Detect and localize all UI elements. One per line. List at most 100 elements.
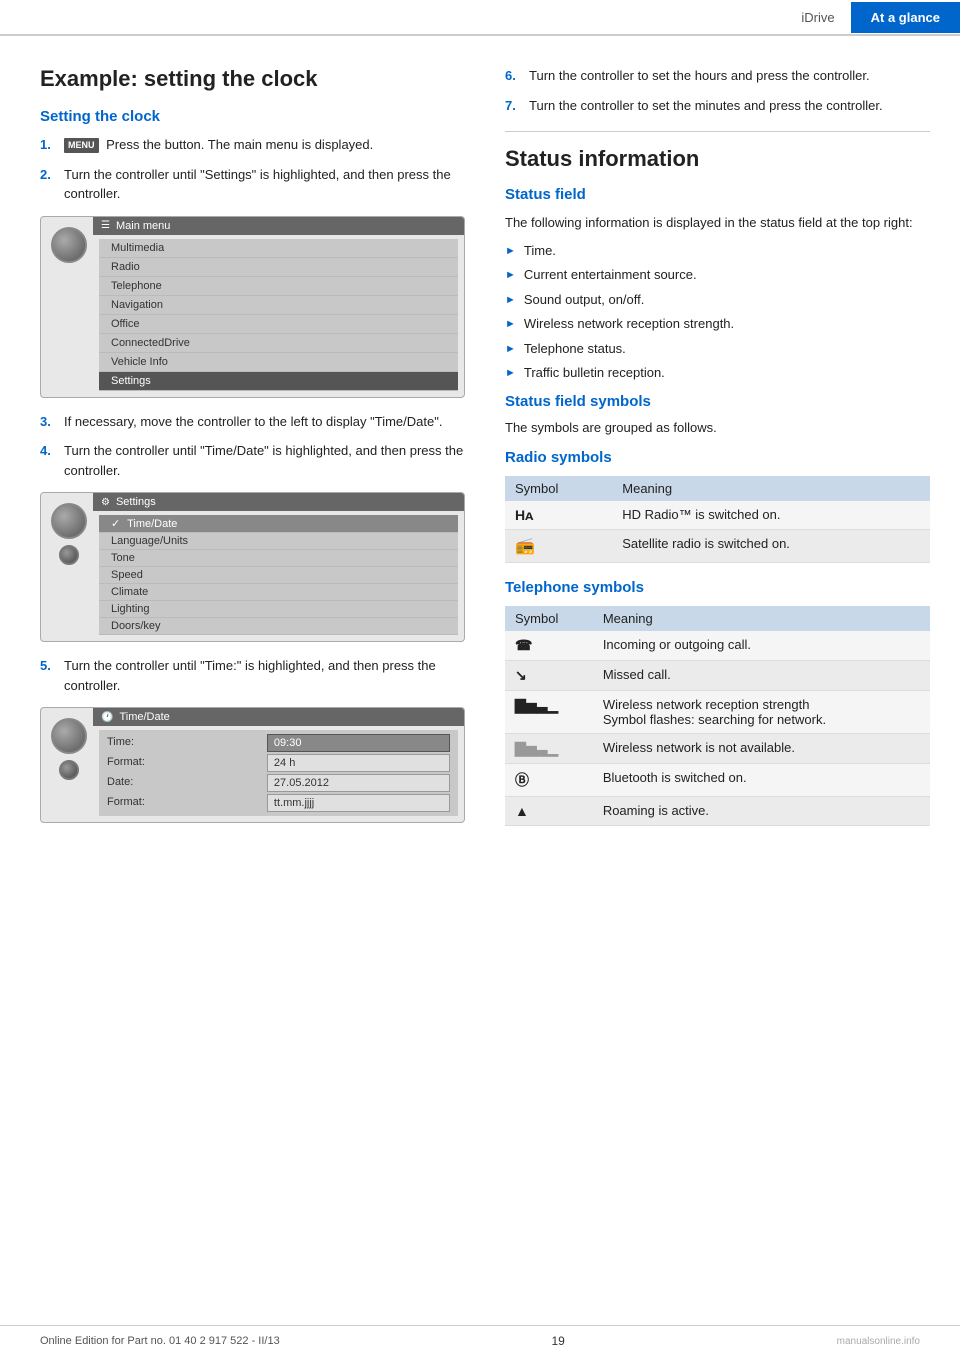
- screenshot-full-1: ☰ Main menu Multimedia Radio Telephone N…: [47, 223, 458, 391]
- radio-symbol-satellite: 📻: [505, 529, 612, 562]
- tel-symbol-signal: ▇▅▃▁: [505, 690, 593, 733]
- td-label-format2: Format:: [107, 794, 259, 812]
- status-field-heading: Status field: [505, 186, 930, 203]
- menu-item-office: Office: [99, 315, 458, 334]
- bullet-arrow-5: ►: [505, 341, 516, 358]
- step-2: 2. Turn the controller until "Settings" …: [40, 165, 465, 204]
- bullet-arrow-4: ►: [505, 316, 516, 333]
- screenshot-3-header: 🕐 Time/Date: [93, 708, 464, 726]
- screenshot-timedate: 🕐 Time/Date Time: 09:30 Format: 24 h Dat…: [40, 707, 465, 823]
- screenshot-3-inner: 🕐 Time/Date Time: 09:30 Format: 24 h Dat…: [99, 714, 458, 816]
- tel-row-roaming: ▲ Roaming is active.: [505, 796, 930, 825]
- settings-item-climate: Climate: [99, 584, 458, 601]
- divider-1: [505, 131, 930, 132]
- step-6: 6. Turn the controller to set the hours …: [505, 66, 930, 86]
- radio-row-hd: Hᴀ HD Radio™ is switched on.: [505, 501, 930, 530]
- menu-item-settings: Settings: [99, 372, 458, 391]
- menu-item-radio: Radio: [99, 258, 458, 277]
- status-item-wireless-text: Wireless network reception strength.: [524, 314, 734, 334]
- steps-5: 5. Turn the controller until "Time:" is …: [40, 656, 465, 695]
- status-item-telephone: ► Telephone status.: [505, 339, 930, 359]
- page-footer: Online Edition for Part no. 01 40 2 917 …: [0, 1325, 960, 1348]
- tel-symbol-missed: ↘: [505, 660, 593, 690]
- status-item-entertainment: ► Current entertainment source.: [505, 265, 930, 285]
- tel-row-bluetooth: Ⓑ Bluetooth is switched on.: [505, 763, 930, 796]
- tel-col-meaning: Meaning: [593, 606, 930, 631]
- tel-symbol-no-signal: ▇▅▃▁: [505, 733, 593, 763]
- left-column: Example: setting the clock Setting the c…: [40, 66, 465, 842]
- radio-meaning-hd: HD Radio™ is switched on.: [612, 501, 930, 530]
- step-4-content: Turn the controller until "Time/Date" is…: [64, 441, 465, 480]
- screenshot-2-inner: ⚙ Settings ✓ Time/Date Language/Units To…: [99, 499, 458, 635]
- radio-symbols-heading: Radio symbols: [505, 449, 930, 466]
- footer-text: Online Edition for Part no. 01 40 2 917 …: [40, 1335, 280, 1347]
- status-item-traffic-text: Traffic bulletin reception.: [524, 363, 665, 383]
- phone-call-icon: ☎: [515, 637, 532, 653]
- status-item-traffic: ► Traffic bulletin reception.: [505, 363, 930, 383]
- screenshot-1-inner: ☰ Main menu Multimedia Radio Telephone N…: [99, 223, 458, 391]
- step-5-num: 5.: [40, 656, 60, 676]
- steps-3-4: 3. If necessary, move the controller to …: [40, 412, 465, 481]
- step-2-num: 2.: [40, 165, 60, 185]
- status-item-time-text: Time.: [524, 241, 556, 261]
- timedate-grid: Time: 09:30 Format: 24 h Date: 27.05.201…: [99, 730, 458, 816]
- status-item-time: ► Time.: [505, 241, 930, 261]
- step-6-num: 6.: [505, 66, 525, 86]
- tel-symbol-roaming: ▲: [505, 796, 593, 825]
- td-value-format1: 24 h: [267, 754, 450, 772]
- status-info-heading: Status information: [505, 146, 930, 172]
- satellite-radio-icon: 📻: [515, 538, 535, 555]
- menu-item-telephone: Telephone: [99, 277, 458, 296]
- settings-item-timedate: ✓ Time/Date: [99, 515, 458, 533]
- tel-meaning-bluetooth: Bluetooth is switched on.: [593, 763, 930, 796]
- tel-col-symbol: Symbol: [505, 606, 593, 631]
- bullet-arrow-1: ►: [505, 243, 516, 260]
- bullet-arrow-2: ►: [505, 267, 516, 284]
- status-item-sound-text: Sound output, on/off.: [524, 290, 644, 310]
- menu-item-navigation: Navigation: [99, 296, 458, 315]
- main-title: Example: setting the clock: [40, 66, 465, 92]
- status-symbols-desc: The symbols are grouped as follows.: [505, 420, 930, 435]
- screenshot-main-menu: ☰ Main menu Multimedia Radio Telephone N…: [40, 216, 465, 398]
- td-value-format2: tt.mm.jjjj: [267, 794, 450, 812]
- radio-symbols-table: Symbol Meaning Hᴀ HD Radio™ is switched …: [505, 476, 930, 563]
- td-value-date: 27.05.2012: [267, 774, 450, 792]
- radio-col-symbol: Symbol: [505, 476, 612, 501]
- page-number: 19: [551, 1334, 564, 1348]
- telephone-symbols-heading: Telephone symbols: [505, 579, 930, 596]
- main-menu-list: Multimedia Radio Telephone Navigation Of…: [99, 239, 458, 391]
- step-5-content: Turn the controller until "Time:" is hig…: [64, 656, 465, 695]
- settings-item-lighting: Lighting: [99, 601, 458, 618]
- page-header: iDrive At a glance: [0, 0, 960, 36]
- status-symbols-heading: Status field symbols: [505, 393, 930, 410]
- tel-meaning-missed: Missed call.: [593, 660, 930, 690]
- step-3: 3. If necessary, move the controller to …: [40, 412, 465, 432]
- tel-row-signal: ▇▅▃▁ Wireless network reception strength…: [505, 690, 930, 733]
- menu-item-multimedia: Multimedia: [99, 239, 458, 258]
- menu-icon: MENU: [64, 138, 99, 154]
- tel-row-call: ☎ Incoming or outgoing call.: [505, 631, 930, 661]
- steps-6-7: 6. Turn the controller to set the hours …: [505, 66, 930, 115]
- step-4-num: 4.: [40, 441, 60, 461]
- screenshot-1-header-icon: ☰: [101, 220, 110, 231]
- step-3-num: 3.: [40, 412, 60, 432]
- watermark: manualsonline.info: [837, 1336, 920, 1347]
- missed-call-icon: ↘: [515, 667, 527, 683]
- right-column: 6. Turn the controller to set the hours …: [505, 66, 930, 842]
- screenshot-1-header-text: Main menu: [116, 220, 170, 232]
- tel-symbol-call: ☎: [505, 631, 593, 661]
- setting-clock-heading: Setting the clock: [40, 108, 465, 125]
- status-item-sound: ► Sound output, on/off.: [505, 290, 930, 310]
- step-6-content: Turn the controller to set the hours and…: [529, 66, 930, 86]
- bullet-arrow-3: ►: [505, 292, 516, 309]
- steps-list: 1. MENU Press the button. The main menu …: [40, 135, 465, 204]
- radio-row-satellite: 📻 Satellite radio is switched on.: [505, 529, 930, 562]
- bullet-arrow-6: ►: [505, 365, 516, 382]
- step-4: 4. Turn the controller until "Time/Date"…: [40, 441, 465, 480]
- status-item-entertainment-text: Current entertainment source.: [524, 265, 697, 285]
- tel-meaning-no-signal: Wireless network is not available.: [593, 733, 930, 763]
- tel-row-no-signal: ▇▅▃▁ Wireless network is not available.: [505, 733, 930, 763]
- screenshot-2-header-text: Settings: [116, 496, 156, 508]
- radio-symbol-hd: Hᴀ: [505, 501, 612, 530]
- step-1-num: 1.: [40, 135, 60, 155]
